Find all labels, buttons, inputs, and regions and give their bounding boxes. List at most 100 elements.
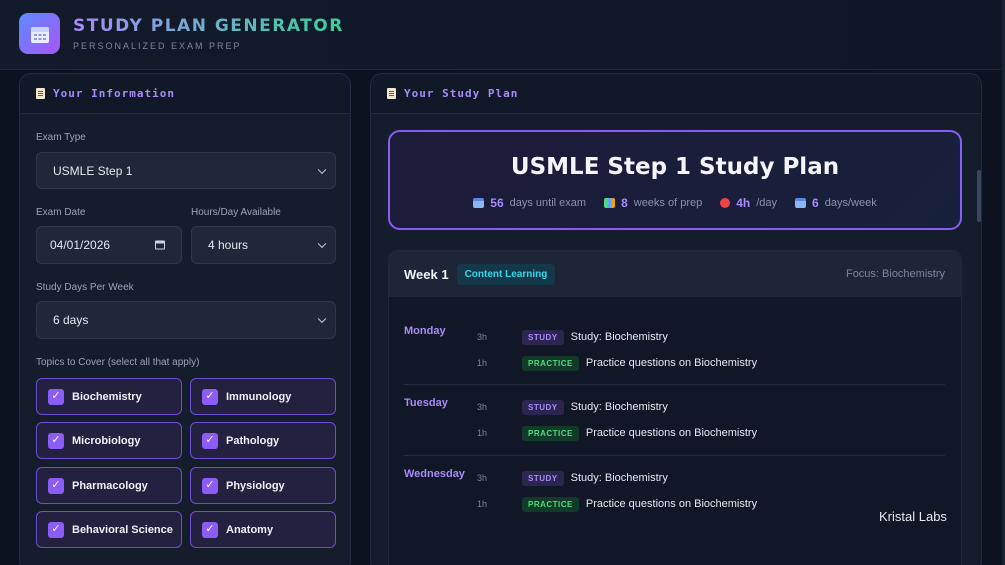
task-text: Study: Biochemistry bbox=[570, 331, 668, 343]
chevron-down-icon bbox=[317, 314, 327, 324]
topic-checkbox-pathology[interactable]: ✓ Pathology bbox=[190, 422, 336, 459]
day-row: Wednesday 3h STUDY Study: Biochemistry 1… bbox=[404, 455, 945, 527]
stat-label: weeks of prep bbox=[633, 197, 703, 209]
stat-value: 8 bbox=[621, 196, 628, 210]
study-tag: STUDY bbox=[522, 399, 564, 415]
chevron-down-icon bbox=[317, 239, 327, 249]
exam-date-value: 04/01/2026 bbox=[50, 238, 111, 252]
exam-type-select[interactable]: USMLE Step 1 bbox=[36, 152, 336, 189]
task-text: Practice questions on Biochemistry bbox=[585, 498, 758, 510]
study-days-label: Study Days Per Week bbox=[36, 282, 134, 293]
checkmark-icon: ✓ bbox=[202, 432, 218, 449]
week-card: Week 1 Content Learning Focus: Biochemis… bbox=[388, 250, 962, 565]
task-text: Study: Biochemistry bbox=[570, 401, 668, 413]
plan-stats: 56 days until exam 8 weeks of prep 4h /d… bbox=[390, 196, 960, 210]
task-item: 3h STUDY Study: Biochemistry bbox=[477, 329, 668, 345]
topic-checkbox-biochemistry[interactable]: ✓ Biochemistry bbox=[36, 378, 182, 415]
topic-label: Microbiology bbox=[72, 434, 141, 447]
task-duration: 3h bbox=[477, 473, 488, 483]
calendar-icon bbox=[473, 198, 485, 208]
week-focus: Focus: Biochemistry bbox=[845, 268, 945, 280]
exam-type-label: Exam Type bbox=[36, 132, 86, 143]
stat-weeks-of-prep: 8 weeks of prep bbox=[604, 196, 702, 210]
books-icon bbox=[604, 198, 616, 208]
practice-tag: PRACTICE bbox=[522, 496, 579, 512]
stat-label: days/week bbox=[824, 197, 877, 209]
task-duration: 1h bbox=[477, 499, 488, 509]
checkmark-icon: ✓ bbox=[48, 521, 64, 538]
topic-label: Immunology bbox=[226, 390, 292, 403]
topics-label: Topics to Cover (select all that apply) bbox=[36, 357, 200, 368]
task-item: 1h PRACTICE Practice questions on Bioche… bbox=[477, 496, 757, 512]
information-panel-title: Your Information bbox=[53, 87, 175, 100]
topic-label: Anatomy bbox=[226, 523, 274, 536]
topic-checkbox-behavioral-science[interactable]: ✓ Behavioral Science bbox=[36, 511, 182, 548]
checkmark-icon: ✓ bbox=[48, 388, 64, 405]
topic-label: Biochemistry bbox=[72, 390, 142, 403]
calendar-logo-icon bbox=[19, 13, 60, 54]
day-row: Tuesday 3h STUDY Study: Biochemistry 1h … bbox=[404, 384, 945, 456]
stat-hours-per-day: 4h /day bbox=[720, 196, 777, 210]
plan-title: USMLE Step 1 Study Plan bbox=[510, 154, 840, 180]
study-tag: STUDY bbox=[522, 470, 564, 486]
day-name: Tuesday bbox=[404, 397, 448, 409]
hours-per-day-value: 4 hours bbox=[208, 238, 249, 252]
topic-label: Pathology bbox=[226, 434, 280, 447]
task-item: 1h PRACTICE Practice questions on Bioche… bbox=[477, 355, 757, 371]
document-icon bbox=[36, 88, 45, 99]
app-header: STUDY PLAN GENERATOR PERSONALIZED EXAM P… bbox=[0, 0, 1005, 70]
checkmark-icon: ✓ bbox=[202, 477, 218, 494]
week-header: Week 1 Content Learning Focus: Biochemis… bbox=[389, 251, 961, 297]
stat-label: /day bbox=[756, 197, 778, 209]
app-title: STUDY PLAN GENERATOR bbox=[73, 16, 344, 36]
study-days-value: 6 days bbox=[53, 313, 89, 327]
topic-checkbox-immunology[interactable]: ✓ Immunology bbox=[190, 378, 336, 415]
study-plan-scroll-area[interactable]: USMLE Step 1 Study Plan 56 days until ex… bbox=[371, 115, 981, 565]
topic-label: Physiology bbox=[226, 479, 285, 492]
stat-days-until-exam: 56 days until exam bbox=[473, 196, 586, 210]
stat-days-per-week: 6 days/week bbox=[795, 196, 877, 210]
topic-checkbox-microbiology[interactable]: ✓ Microbiology bbox=[36, 422, 182, 459]
stat-value: 56 bbox=[490, 196, 504, 210]
study-plan-panel: Your Study Plan USMLE Step 1 Study Plan … bbox=[370, 73, 982, 565]
task-text: Practice questions on Biochemistry bbox=[585, 427, 758, 439]
task-item: 3h STUDY Study: Biochemistry bbox=[477, 399, 668, 415]
practice-tag: PRACTICE bbox=[522, 425, 579, 441]
task-text: Study: Biochemistry bbox=[570, 472, 668, 484]
study-plan-panel-header: Your Study Plan bbox=[371, 74, 981, 114]
practice-tag: PRACTICE bbox=[522, 355, 579, 371]
hours-per-day-label: Hours/Day Available bbox=[191, 207, 281, 218]
study-tag: STUDY bbox=[522, 329, 564, 345]
checkmark-icon: ✓ bbox=[48, 432, 64, 449]
task-duration: 3h bbox=[477, 402, 488, 412]
topic-checkbox-anatomy[interactable]: ✓ Anatomy bbox=[190, 511, 336, 548]
plan-scrollbar[interactable] bbox=[977, 170, 981, 222]
task-duration: 3h bbox=[477, 332, 488, 342]
app-subtitle: PERSONALIZED EXAM PREP bbox=[73, 41, 242, 51]
watermark: Kristal Labs bbox=[879, 509, 947, 524]
information-panel-header: Your Information bbox=[20, 74, 350, 114]
study-days-select[interactable]: 6 days bbox=[36, 301, 336, 339]
stat-label: days until exam bbox=[509, 197, 587, 209]
task-text: Practice questions on Biochemistry bbox=[585, 357, 758, 369]
topic-checkbox-physiology[interactable]: ✓ Physiology bbox=[190, 467, 336, 504]
day-name: Monday bbox=[404, 325, 446, 337]
clipboard-icon bbox=[387, 88, 396, 99]
week-title: Week 1 bbox=[404, 266, 449, 282]
topic-checkbox-pharmacology[interactable]: ✓ Pharmacology bbox=[36, 467, 182, 504]
exam-date-input[interactable]: 04/01/2026 bbox=[36, 226, 182, 264]
exam-date-label: Exam Date bbox=[36, 207, 86, 218]
exam-type-value: USMLE Step 1 bbox=[53, 163, 133, 178]
checkmark-icon: ✓ bbox=[48, 477, 64, 494]
day-name: Wednesday bbox=[404, 468, 465, 480]
plan-summary-card: USMLE Step 1 Study Plan 56 days until ex… bbox=[388, 130, 962, 230]
calendar-icon bbox=[795, 198, 807, 208]
day-row: Monday 3h STUDY Study: Biochemistry 1h P… bbox=[404, 325, 945, 385]
calendar-picker-icon[interactable] bbox=[155, 240, 165, 250]
topic-label: Pharmacology bbox=[72, 479, 148, 492]
task-duration: 1h bbox=[477, 358, 488, 368]
chevron-down-icon bbox=[317, 165, 327, 174]
alarm-clock-icon bbox=[720, 198, 731, 208]
hours-per-day-select[interactable]: 4 hours bbox=[191, 226, 336, 264]
task-item: 1h PRACTICE Practice questions on Bioche… bbox=[477, 425, 757, 441]
